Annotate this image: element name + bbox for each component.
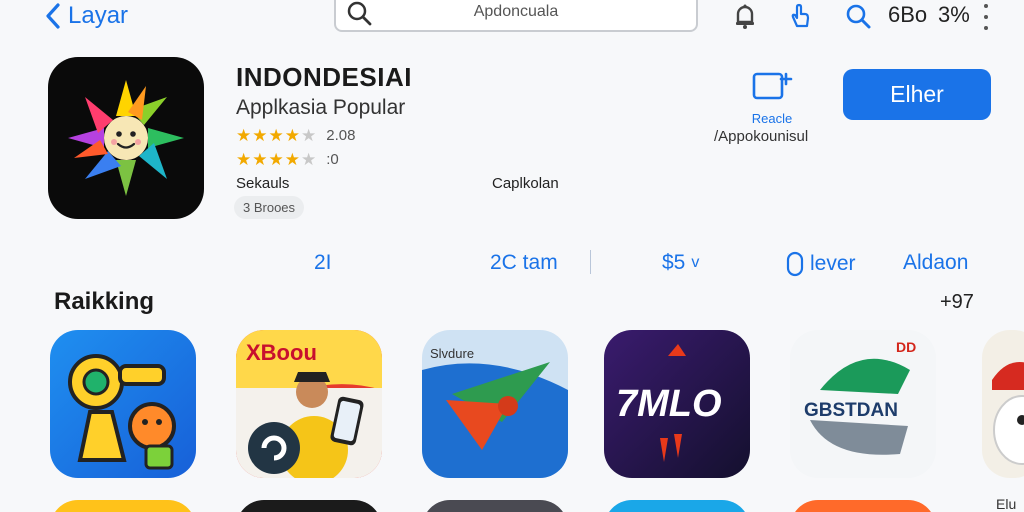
app-tile-row2-3[interactable]	[422, 500, 568, 512]
app-subtitle: Applkasia Popular	[236, 96, 406, 119]
app-tile-puzzle[interactable]	[50, 330, 196, 478]
search-icon	[347, 1, 372, 26]
star-icon: ★	[284, 150, 300, 169]
shield-outline-icon	[786, 251, 804, 277]
star-icon: ★	[284, 126, 300, 145]
game-app-icon	[982, 330, 1024, 478]
meta-label-mid: Caplkolan	[492, 175, 559, 192]
more-vert-icon[interactable]	[981, 4, 991, 30]
app-tile-game[interactable]	[982, 330, 1024, 478]
section-count[interactable]: +97	[940, 291, 974, 314]
stat-item-2[interactable]: 2C tam	[490, 251, 558, 275]
rating-row-1: ★ ★ ★ ★ ★ 2.08	[236, 127, 355, 144]
tile-label: 7MLO	[616, 383, 722, 425]
star-icon: ★	[301, 150, 317, 169]
tile-label: GBSTDAN	[804, 400, 898, 421]
edge-label: Elu	[996, 496, 1017, 512]
app-title: INDONDESIAI	[236, 62, 412, 92]
star-icon: ★	[268, 150, 284, 169]
meta-label-left: Sekauls	[236, 175, 290, 192]
stat-item-price[interactable]: $5 v	[662, 251, 699, 275]
back-label: Layar	[68, 2, 129, 29]
status-time: 6Bo	[888, 2, 928, 27]
app-tile-navigation[interactable]: Slvdure	[422, 330, 568, 478]
star-rating: ★ ★ ★ ★ ★	[236, 151, 316, 168]
share-caption: /Appokounisul	[714, 128, 809, 145]
app-tile-row2-4[interactable]	[604, 500, 750, 512]
tile-label: XBoou	[246, 340, 317, 365]
back-button[interactable]: Layar	[44, 2, 128, 30]
chevron-left-icon	[46, 3, 60, 29]
hand-pointer-icon[interactable]	[786, 2, 814, 30]
stat-item-5[interactable]: Aldaon	[903, 251, 968, 275]
chevron-down-icon: v	[691, 254, 700, 271]
star-rating: ★ ★ ★ ★ ★	[236, 127, 316, 144]
gb-app-icon: GBSTDAN DD	[790, 330, 936, 478]
level-label: lever	[810, 252, 856, 275]
app-tile-food[interactable]: XBoou	[236, 330, 382, 478]
tile-badge: DD	[896, 339, 916, 355]
rating-value: :0	[326, 151, 339, 168]
stat-item-1[interactable]: 2I	[314, 251, 332, 275]
stat-divider	[590, 250, 591, 274]
share-label: Reacle	[751, 111, 793, 126]
sun-flower-logo-icon	[68, 80, 184, 196]
app-tile-music[interactable]: 7MLO	[604, 330, 750, 478]
puzzle-app-icon	[50, 330, 196, 478]
app-tile-row2-5[interactable]	[790, 500, 936, 512]
get-button[interactable]: Elher	[843, 69, 991, 120]
search-input[interactable]	[336, 0, 696, 30]
top-bar: Layar 6Bo 3%	[0, 0, 1024, 36]
price-label: $5	[662, 251, 686, 274]
star-icon: ★	[236, 126, 252, 145]
navigation-app-icon: Slvdure	[422, 330, 568, 478]
star-icon: ★	[252, 150, 268, 169]
share-button[interactable]: Reacle	[712, 70, 832, 126]
music-app-icon: 7MLO	[604, 330, 750, 478]
app-icon	[48, 57, 204, 219]
app-tile-row2-2[interactable]	[236, 500, 382, 512]
section-title: Raikking	[54, 288, 155, 315]
star-icon: ★	[252, 126, 268, 145]
search-icon-toolbar[interactable]	[844, 2, 872, 30]
bell-icon[interactable]	[731, 2, 759, 30]
tile-label: Slvdure	[430, 346, 474, 361]
app-tile-gb[interactable]: GBSTDAN DD	[790, 330, 936, 478]
rating-row-2: ★ ★ ★ ★ ★ :0	[236, 151, 339, 168]
star-icon: ★	[236, 150, 252, 169]
rating-value: 2.08	[326, 127, 356, 144]
search-bar[interactable]	[334, 0, 698, 32]
stat-item-level[interactable]: lever	[786, 251, 856, 277]
food-app-icon: XBoou	[236, 330, 382, 478]
tag-chip[interactable]: 3 Brooes	[234, 196, 305, 219]
star-icon: ★	[268, 126, 284, 145]
status-battery: 3%	[938, 2, 970, 27]
app-tile-row2-1[interactable]	[50, 500, 196, 512]
star-icon: ★	[301, 126, 317, 145]
share-icon	[752, 72, 793, 100]
